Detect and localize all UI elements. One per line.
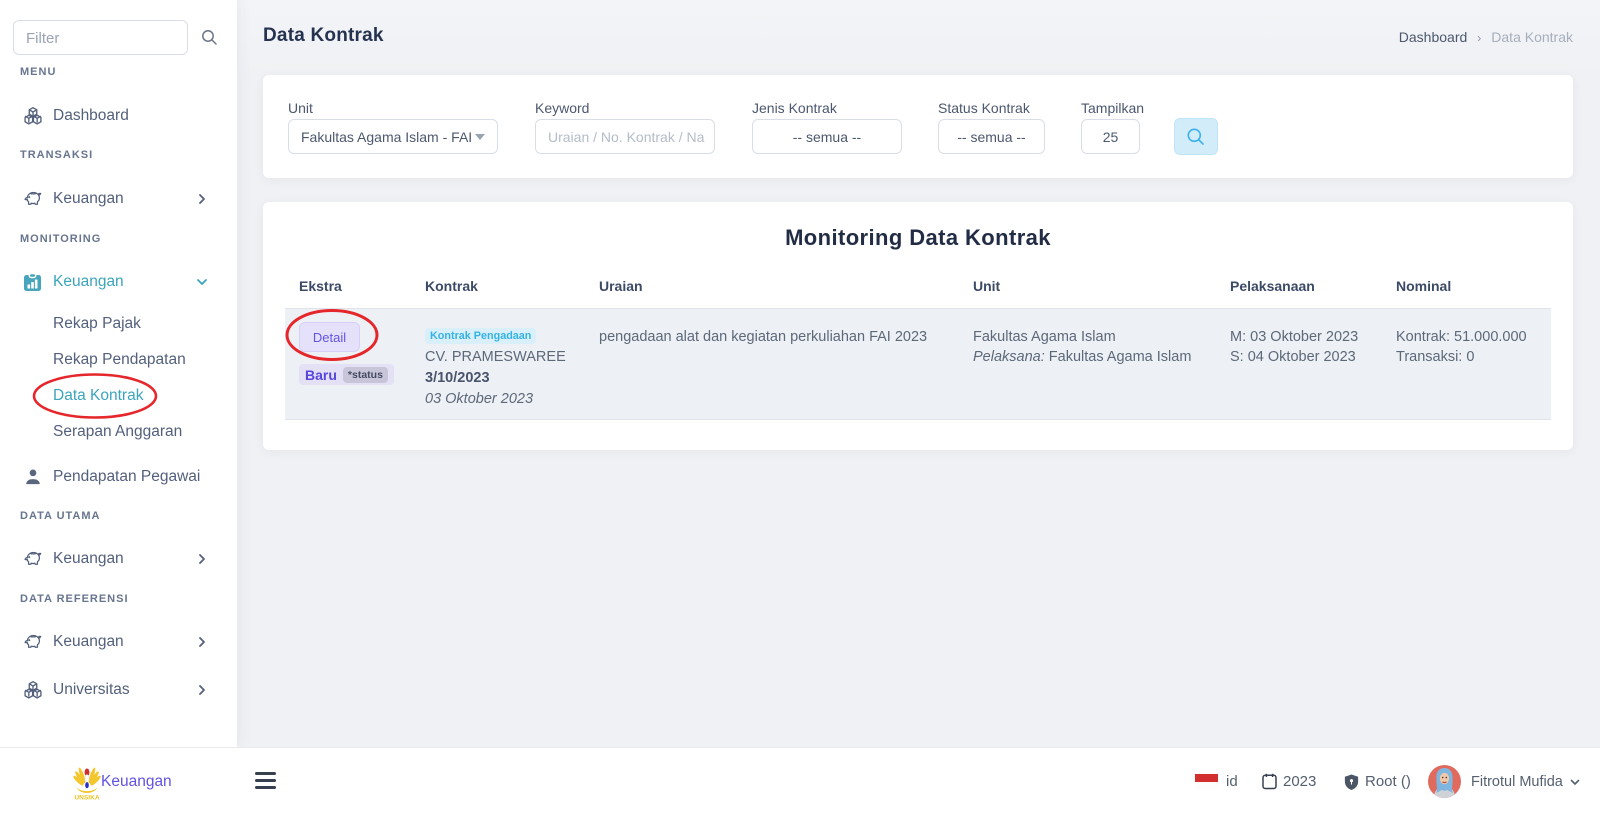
svg-text:UNSIKA: UNSIKA [74, 795, 100, 802]
